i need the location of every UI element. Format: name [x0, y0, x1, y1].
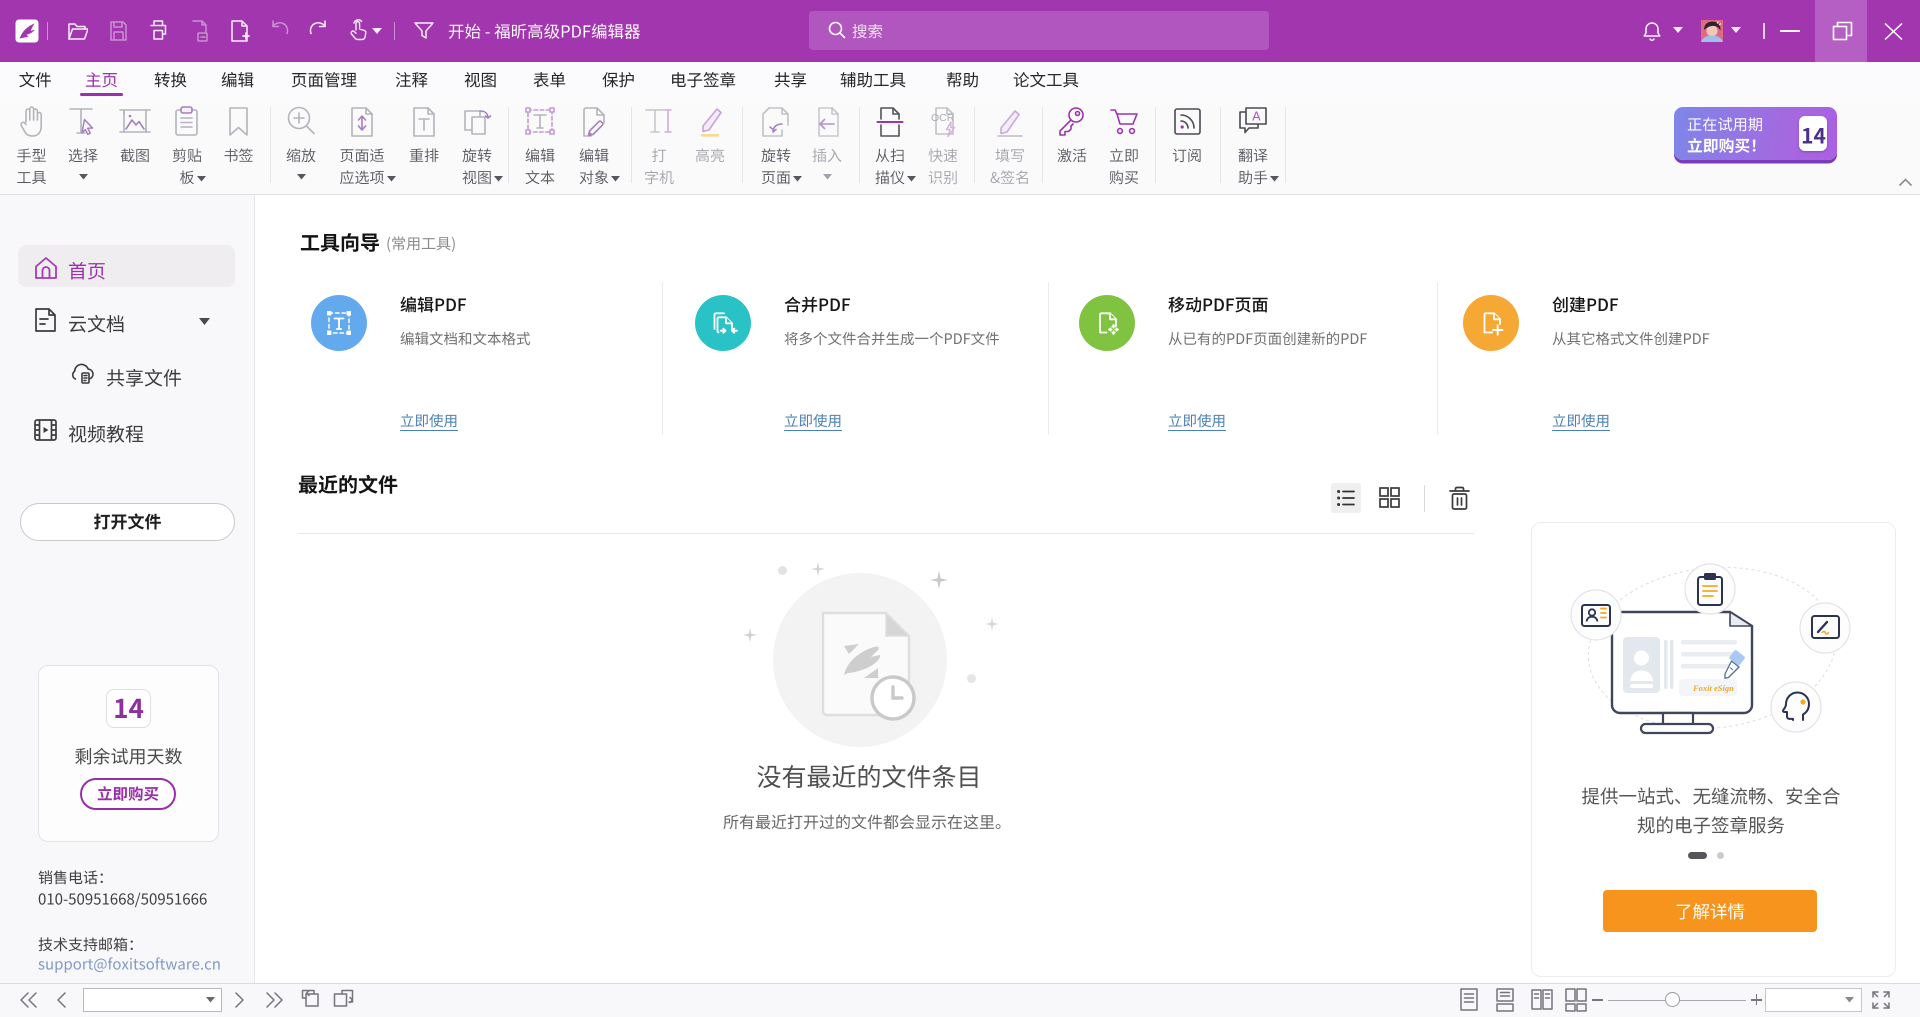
svg-text:A: A — [1252, 110, 1261, 124]
svg-text:Foxit eSign: Foxit eSign — [1692, 683, 1734, 693]
